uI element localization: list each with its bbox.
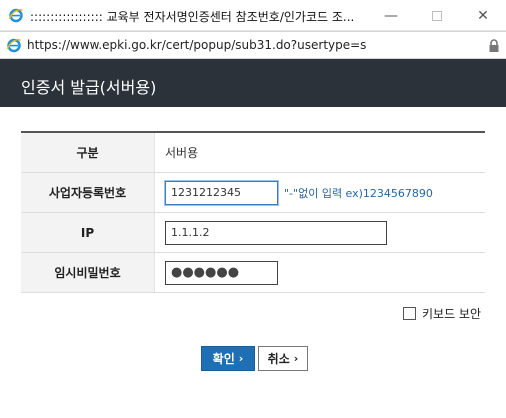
form-row-temp-password: 임시비밀번호 ●●●●●● — [21, 253, 485, 293]
cancel-button-label: 취소 — [267, 352, 290, 366]
ip-input[interactable]: 1.1.1.2 — [165, 220, 387, 245]
type-label: 구분 — [21, 133, 155, 172]
form-row-business-number: 사업자등록번호 1231212345 "-"없이 입력 ex)123456789… — [21, 173, 485, 213]
confirm-button[interactable]: 확인 › — [201, 346, 255, 371]
window-titlebar: :::::::::::::::::: 교육부 전자서명인증센터 참조번호/인가코… — [0, 0, 506, 31]
type-value: 서버용 — [165, 146, 199, 160]
keyboard-security-option[interactable]: 키보드 보안 — [403, 305, 481, 322]
internet-explorer-icon — [6, 38, 21, 53]
temp-password-label: 임시비밀번호 — [21, 253, 155, 292]
internet-explorer-icon — [8, 8, 23, 23]
keyboard-security-label: 키보드 보안 — [422, 307, 482, 321]
ip-label: IP — [21, 213, 155, 252]
certificate-form: 구분 서버용 사업자등록번호 1231212345 "-"없이 입력 ex)12… — [21, 131, 485, 293]
temp-password-input[interactable]: ●●●●●● — [165, 260, 278, 285]
business-number-input[interactable]: 1231212345 — [165, 180, 278, 205]
confirm-button-label: 확인 — [212, 352, 235, 366]
address-bar[interactable]: https://www.epki.go.kr/cert/popup/sub31.… — [0, 31, 506, 59]
chevron-right-icon: › — [238, 352, 244, 365]
maximize-icon — [432, 10, 442, 21]
cancel-button[interactable]: 취소 › — [258, 346, 308, 371]
keyboard-security-checkbox[interactable] — [403, 307, 416, 320]
lock-icon — [489, 39, 499, 52]
window-title: :::::::::::::::::: 교육부 전자서명인증센터 참조번호/인가코… — [30, 10, 355, 24]
chevron-right-icon: › — [293, 352, 299, 365]
close-icon: ✕ — [477, 7, 489, 24]
business-number-hint: "-"없이 입력 ex)1234567890 — [284, 186, 433, 200]
maximize-button[interactable] — [414, 0, 460, 31]
minimize-icon: — — [384, 7, 398, 24]
form-row-type: 구분 서버용 — [21, 133, 485, 173]
close-button[interactable]: ✕ — [460, 0, 506, 31]
minimize-button[interactable]: — — [368, 0, 414, 31]
address-url: https://www.epki.go.kr/cert/popup/sub31.… — [27, 38, 367, 52]
business-number-label: 사업자등록번호 — [21, 173, 155, 212]
page-header: 인증서 발급(서버용) — [0, 59, 506, 107]
page-title: 인증서 발급(서버용) — [21, 78, 157, 97]
form-row-ip: IP 1.1.1.2 — [21, 213, 485, 253]
